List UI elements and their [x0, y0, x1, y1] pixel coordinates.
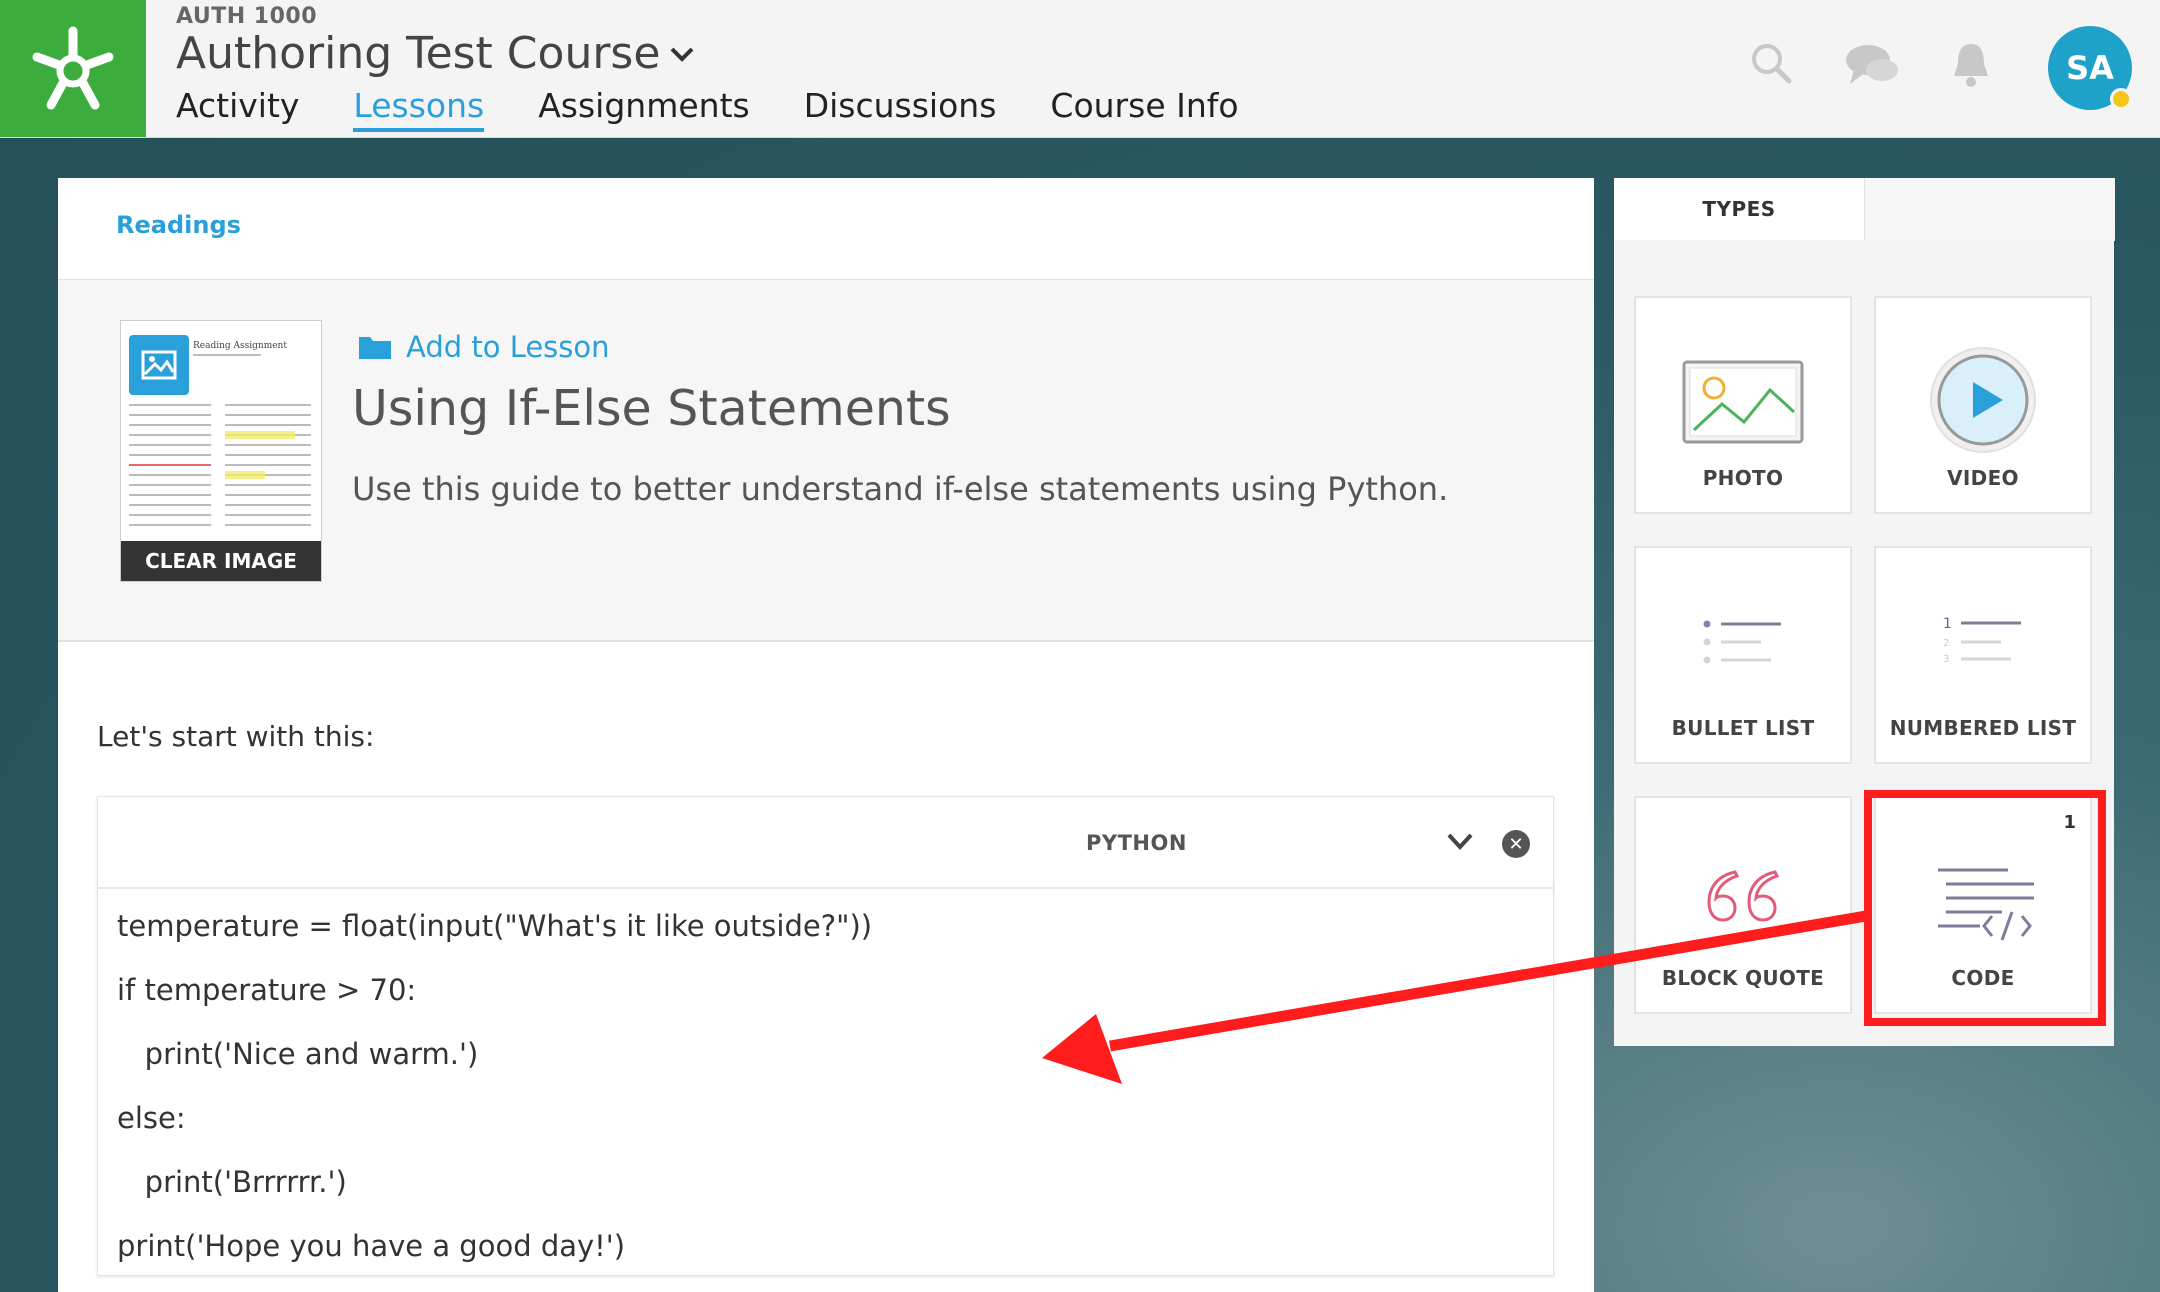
svg-text:1: 1 — [1943, 616, 1952, 632]
course-nav: Activity Lessons Assignments Discussions… — [176, 86, 1293, 132]
document-preview-lines — [129, 354, 311, 526]
nav-tab-assignments[interactable]: Assignments — [538, 86, 750, 132]
folder-icon — [359, 337, 391, 359]
app-logo[interactable] — [0, 0, 146, 137]
readings-section-label[interactable]: Readings — [116, 211, 241, 239]
types-tabs: TYPES — [1614, 178, 2115, 241]
reading-title[interactable]: Using If-Else Statements — [352, 380, 951, 437]
nav-tab-lessons[interactable]: Lessons — [353, 86, 485, 132]
photo-icon — [1682, 360, 1804, 444]
lesson-editor-panel: Readings Reading Assignment CLEAR IMAGE … — [58, 178, 1594, 1292]
numbered-list-icon: 1 2 3 — [1943, 616, 2021, 664]
annotation-highlight-box — [1864, 790, 2106, 1026]
tile-label: NUMBERED LIST — [1889, 716, 2077, 740]
type-tile-bullet-list[interactable]: BULLET LIST — [1634, 546, 1852, 764]
chat-icon[interactable] — [1842, 40, 1900, 90]
course-title-text: Authoring Test Course — [176, 28, 661, 79]
code-editor[interactable]: temperature = float(input("What's it lik… — [98, 889, 1553, 1287]
reading-card: Reading Assignment CLEAR IMAGE Add to Le… — [58, 280, 1594, 642]
course-title-dropdown[interactable]: Authoring Test Course — [176, 28, 696, 79]
quote-icon — [1707, 870, 1780, 922]
type-tile-numbered-list[interactable]: 1 2 3 NUMBERED LIST — [1874, 546, 2092, 764]
code-line[interactable]: else: — [98, 1095, 1553, 1159]
code-block: PYTHON ✕ temperature = float(input("What… — [97, 796, 1554, 1276]
tile-label: PHOTO — [1702, 466, 1784, 490]
tab-secondary[interactable] — [1864, 178, 2115, 241]
course-code: AUTH 1000 — [176, 4, 318, 29]
close-icon[interactable]: ✕ — [1502, 830, 1530, 858]
section-bar: Readings — [58, 178, 1594, 281]
status-dot — [2110, 88, 2132, 110]
clear-image-button[interactable]: CLEAR IMAGE — [121, 541, 321, 581]
type-tile-video[interactable]: VIDEO — [1874, 296, 2092, 514]
reading-description[interactable]: Use this guide to better understand if-e… — [352, 470, 1448, 508]
nav-tab-activity[interactable]: Activity — [176, 86, 299, 132]
code-line[interactable]: print('Hope you have a good day!') — [98, 1223, 1553, 1287]
language-label[interactable]: PYTHON — [1086, 831, 1187, 855]
top-header: AUTH 1000 Authoring Test Course Activity… — [0, 0, 2160, 138]
tile-label: VIDEO — [1947, 466, 2019, 490]
add-to-lesson-link[interactable]: Add to Lesson — [358, 330, 610, 364]
reading-thumbnail: Reading Assignment CLEAR IMAGE — [120, 320, 322, 582]
code-line[interactable]: if temperature > 70: — [98, 967, 1553, 1031]
bullet-list-icon — [1703, 620, 1781, 664]
type-tile-photo[interactable]: PHOTO — [1634, 296, 1852, 514]
code-line[interactable]: print('Brrrrrr.') — [98, 1159, 1553, 1223]
code-line[interactable]: temperature = float(input("What's it lik… — [98, 903, 1553, 967]
code-block-header: PYTHON ✕ — [98, 797, 1553, 889]
intro-text[interactable]: Let's start with this: — [97, 720, 374, 753]
svg-text:3: 3 — [1943, 654, 1949, 664]
nav-tab-course-info[interactable]: Course Info — [1050, 86, 1238, 132]
code-line[interactable]: print('Nice and warm.') — [98, 1031, 1553, 1095]
tab-types[interactable]: TYPES — [1614, 178, 1864, 240]
chevron-down-icon — [671, 47, 694, 62]
svg-text:2: 2 — [1943, 638, 1949, 649]
tile-label: BLOCK QUOTE — [1661, 966, 1825, 990]
type-tile-block-quote[interactable]: BLOCK QUOTE — [1634, 796, 1852, 1014]
star-logo-icon — [32, 26, 114, 109]
tile-label: BULLET LIST — [1671, 716, 1815, 740]
nav-tab-discussions[interactable]: Discussions — [804, 86, 997, 132]
chevron-down-icon[interactable] — [1444, 827, 1476, 855]
add-to-lesson-label: Add to Lesson — [406, 330, 610, 364]
search-icon[interactable] — [1748, 40, 1794, 86]
video-play-icon — [1930, 347, 2036, 453]
bell-icon[interactable] — [1948, 40, 1994, 90]
